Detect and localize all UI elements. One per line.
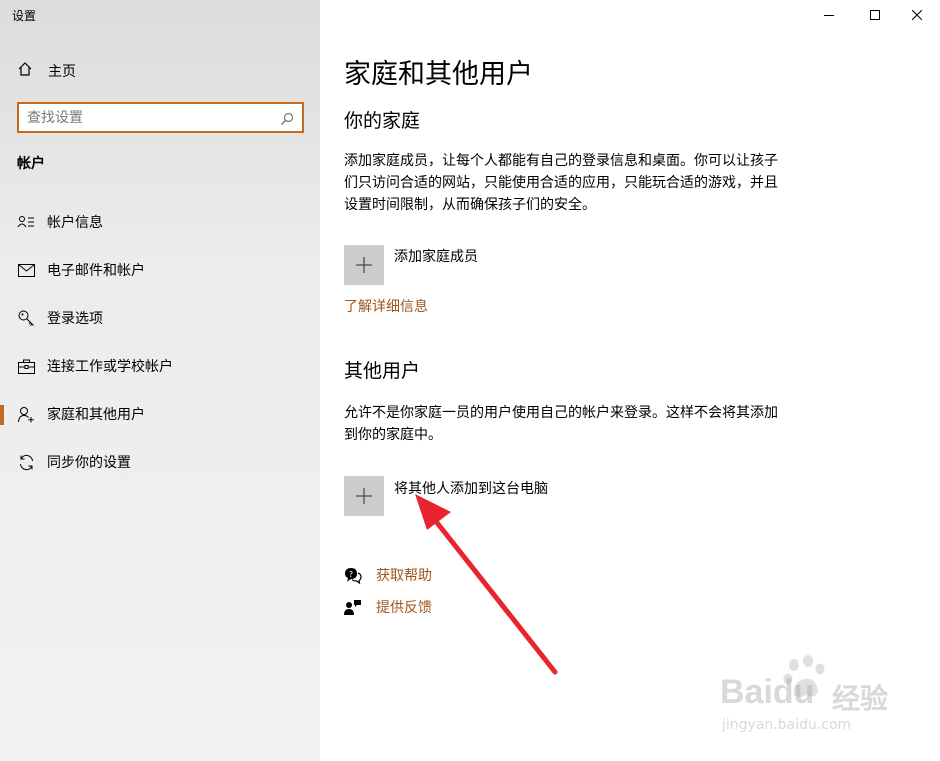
sidebar-item-label: 连接工作或学校帐户 (47, 359, 173, 375)
add-other-user-button[interactable] (344, 476, 384, 516)
sidebar-item-email[interactable]: 电子邮件和帐户 (0, 248, 320, 292)
watermark-brand-cn: 经验 (832, 682, 889, 715)
app-title: 设置 (12, 9, 37, 23)
add-family-member-button[interactable] (344, 245, 384, 285)
plus-icon (356, 488, 372, 504)
watermark-url: jingyan.baidu.com (722, 717, 852, 733)
family-heading: 你的家庭 (344, 110, 421, 132)
svg-text:?: ? (349, 570, 353, 579)
maximize-icon (870, 10, 880, 20)
minimize-icon (824, 15, 834, 16)
learn-more-link[interactable]: 了解详细信息 (344, 296, 428, 316)
feedback-icon (344, 599, 361, 615)
add-family-member-label[interactable]: 添加家庭成员 (394, 246, 478, 266)
sidebar-item-sign-in[interactable]: 登录选项 (0, 296, 320, 340)
home-nav[interactable]: 主页 (17, 60, 76, 82)
watermark: Baidu 经验 jingyan.baidu.com (720, 655, 900, 745)
help-chat-icon: ? (345, 567, 362, 584)
maximize-button[interactable] (852, 0, 898, 30)
sidebar-item-label: 帐户信息 (47, 215, 103, 231)
search-box[interactable] (17, 102, 304, 133)
sidebar-item-label: 家庭和其他用户 (47, 407, 145, 423)
watermark-brand: Baidu (720, 673, 815, 711)
search-icon[interactable] (280, 111, 294, 125)
sidebar-item-family[interactable]: 家庭和其他用户 (0, 392, 320, 436)
minimize-button[interactable] (806, 0, 852, 30)
sidebar: 设置 主页 帐户 帐户信息 电子邮件和帐户 登录选项 连接工作 (0, 0, 320, 761)
home-label: 主页 (48, 64, 76, 80)
sidebar-item-sync[interactable]: 同步你的设置 (0, 440, 320, 484)
add-person-icon (17, 405, 35, 423)
close-button[interactable] (894, 0, 940, 30)
other-users-heading: 其他用户 (344, 360, 421, 382)
page-title: 家庭和其他用户 (344, 59, 533, 90)
other-users-description: 允许不是你家庭一员的用户使用自己的帐户来登录。这样不会将其添加到你的家庭中。 (344, 405, 778, 443)
sidebar-item-label: 登录选项 (47, 311, 103, 327)
mail-icon (17, 261, 35, 279)
search-input[interactable] (19, 109, 269, 126)
sidebar-item-label: 同步你的设置 (47, 455, 131, 471)
sidebar-item-label: 电子邮件和帐户 (47, 263, 145, 279)
sidebar-item-work-school[interactable]: 连接工作或学校帐户 (0, 344, 320, 388)
account-info-icon (17, 213, 35, 231)
family-description: 添加家庭成员，让每个人都能有自己的登录信息和桌面。你可以让孩子们只访问合适的网站… (344, 153, 778, 213)
home-icon (17, 61, 33, 81)
sync-icon (17, 453, 35, 471)
annotation-arrow (415, 494, 558, 675)
section-heading: 帐户 (17, 156, 45, 172)
plus-icon (356, 257, 372, 273)
close-icon (912, 10, 922, 20)
key-icon (17, 309, 35, 327)
sidebar-item-account-info[interactable]: 帐户信息 (0, 200, 320, 244)
briefcase-icon (17, 357, 35, 375)
